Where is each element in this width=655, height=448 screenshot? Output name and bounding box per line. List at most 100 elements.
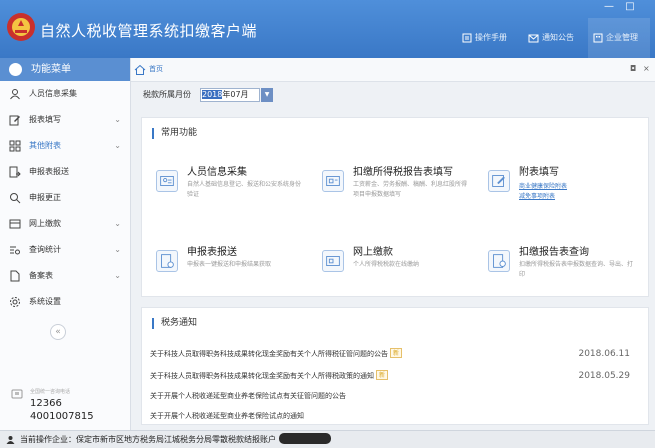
- person-icon: [10, 89, 20, 100]
- notice-text: 关于科技人员取得职务科技成果转化现金奖励有关个人所得税征管问题的公告: [150, 350, 388, 358]
- sidebar-item-label: 报表填写: [29, 115, 61, 124]
- period-year: 2018: [202, 90, 223, 99]
- tax-notice-title: 税务通知: [152, 318, 197, 329]
- pay-card-icon: [322, 250, 344, 272]
- notice-item[interactable]: 关于科技人员取得职务科技成果转化现金奖励有关个人所得税征管问题的公告新 2018…: [150, 345, 630, 363]
- function-card-desc: 工资薪金、劳务报酬、稿酬、利息红股所得项目申报数据填写: [353, 181, 468, 198]
- manual-link[interactable]: 操作手册: [462, 30, 507, 46]
- sidebar-item-report-submit[interactable]: 申报表报送: [0, 159, 130, 185]
- tax-emblem-icon: [7, 13, 35, 41]
- sidebar-item-label: 备案表: [29, 271, 53, 280]
- chevron-down-icon: ⌄: [114, 271, 121, 280]
- notice-text: 关于开展个人税收递延型商业养老保险试点有关征管问题的公告: [150, 392, 346, 400]
- tax-notice-panel: 税务通知 关于科技人员取得职务科技成果转化现金奖励有关个人所得税征管问题的公告新…: [141, 307, 649, 425]
- tab-restore-button[interactable]: ◘: [630, 64, 636, 73]
- function-card-title: 扣缴所得税报告表填写: [353, 167, 453, 178]
- sidebar-item-query-stats[interactable]: 查询统计 ⌄: [0, 237, 130, 263]
- function-card-desc: 申报表一键报送和申报结果获取: [187, 261, 272, 268]
- period-month: 年07月: [222, 90, 249, 99]
- gear-icon: [10, 297, 20, 307]
- chevron-down-icon: ⌄: [114, 219, 121, 228]
- period-input[interactable]: 2018年07月: [200, 88, 260, 102]
- title-bar: 自然人税收管理系统扣缴客户端 — □ 操作手册 通知公告 企业管理: [0, 0, 655, 58]
- sidebar-item-filing[interactable]: 备案表 ⌄: [0, 263, 130, 289]
- function-card-report-submit[interactable]: 申报表报送 申报表一键报送和申报结果获取: [148, 236, 306, 294]
- submit-icon: [9, 166, 21, 178]
- app-window: 自然人税收管理系统扣缴客户端 — □ 操作手册 通知公告 企业管理 功能菜单 人…: [0, 0, 655, 448]
- sidebar-item-online-payment[interactable]: 网上缴款 ⌄: [0, 211, 130, 237]
- enterprise-link[interactable]: 企业管理: [593, 30, 638, 46]
- function-card-schedule-fill[interactable]: 附表填写 商业健康保险附表 减免事项附表: [480, 156, 638, 214]
- minimize-button[interactable]: —: [601, 1, 617, 13]
- menu-header-label: 功能菜单: [31, 64, 71, 75]
- tab-close-button[interactable]: ×: [643, 64, 650, 73]
- building-icon: [593, 33, 603, 43]
- app-title: 自然人税收管理系统扣缴客户端: [40, 22, 258, 40]
- person-card-icon: [156, 170, 178, 192]
- query-card-icon: [488, 250, 510, 272]
- enterprise-label: 企业管理: [606, 33, 638, 42]
- edit-card-icon: [488, 170, 510, 192]
- grid-icon: [9, 140, 21, 152]
- sidebar-item-label: 其他附表: [29, 141, 61, 150]
- notice-date: 2018.05.29: [578, 371, 630, 381]
- chevron-down-icon: ⌄: [114, 245, 121, 254]
- card-icon: [9, 219, 21, 229]
- notice-label: 通知公告: [542, 33, 574, 42]
- edit-icon: [9, 115, 20, 126]
- book-icon: [462, 33, 472, 43]
- notice-item[interactable]: 关于科技人员取得职务科技成果转化现金奖励有关个人所得税政策的通知新 2018.0…: [150, 367, 630, 385]
- menu-toggle-icon: [9, 63, 22, 76]
- send-card-icon: [156, 250, 178, 272]
- sidebar-item-report-correct[interactable]: 申报更正: [0, 185, 130, 211]
- tab-home[interactable]: 首页: [149, 64, 163, 74]
- sidebar-collapse-button[interactable]: «: [50, 324, 66, 340]
- common-functions-panel: 常用功能 人员信息采集 自然人基础信息登记、报送和公安系统身份验证 扣缴所得税报…: [141, 117, 649, 297]
- new-badge: 新: [376, 370, 389, 380]
- function-card-desc: 扣缴所得税报告表申报数据查询、导出、打印: [519, 261, 634, 278]
- sidebar-item-label: 系统设置: [29, 297, 61, 306]
- sidebar-item-person-info[interactable]: 人员信息采集: [0, 81, 130, 107]
- maximize-button[interactable]: □: [622, 1, 638, 13]
- notice-date: 2018.06.11: [578, 349, 630, 359]
- sidebar-item-label: 人员信息采集: [29, 89, 77, 98]
- hotline-number: 12366: [30, 398, 62, 409]
- new-badge: 新: [390, 348, 403, 358]
- sidebar-item-report-fill[interactable]: 报表填写 ⌄: [0, 107, 130, 133]
- status-bar: 当前操作企业：保定市新市区地方税务局江城税务分局零散税款结报账户: [0, 430, 655, 448]
- function-card-title: 申报表报送: [187, 247, 237, 258]
- function-card-title: 人员信息采集: [187, 167, 247, 178]
- function-card-report-query[interactable]: 扣缴报告表查询 扣缴所得税报告表申报数据查询、导出、打印: [480, 236, 638, 294]
- redacted-account: [279, 433, 331, 444]
- sidebar-item-label: 申报更正: [29, 193, 61, 202]
- function-card-title: 扣缴报告表查询: [519, 247, 589, 258]
- period-dropdown-button[interactable]: ▼: [261, 88, 273, 102]
- notice-link[interactable]: 通知公告: [528, 30, 574, 46]
- hotline-label: 全国统一咨询电话: [30, 389, 71, 395]
- phone-icon: [11, 389, 23, 399]
- schedule-link-health-insurance[interactable]: 商业健康保险附表: [519, 181, 567, 190]
- function-card-person-info[interactable]: 人员信息采集 自然人基础信息登记、报送和公安系统身份验证: [148, 156, 306, 214]
- function-card-desc: 个人所得税税款在线缴纳: [353, 261, 420, 268]
- notice-text: 关于科技人员取得职务科技成果转化现金奖励有关个人所得税政策的通知: [150, 372, 374, 380]
- function-card-title: 附表填写: [519, 167, 559, 178]
- home-icon: [134, 64, 146, 75]
- chevron-down-icon: ⌄: [114, 141, 121, 150]
- manual-label: 操作手册: [475, 33, 507, 42]
- hotline-box: 全国统一咨询电话 12366 4001007815: [0, 381, 131, 430]
- function-card-desc: 自然人基础信息登记、报送和公安系统身份验证: [187, 181, 302, 198]
- sidebar-item-settings[interactable]: 系统设置: [0, 289, 130, 315]
- function-card-online-payment[interactable]: 网上缴款 个人所得税税款在线缴纳: [314, 236, 472, 294]
- menu-header[interactable]: 功能菜单: [0, 58, 130, 81]
- current-enterprise-text: 当前操作企业：保定市新市区地方税务局江城税务分局零散税款结报账户: [20, 435, 276, 444]
- sidebar-item-label: 申报表报送: [29, 167, 69, 176]
- notice-item[interactable]: 关于开展个人税收递延型商业养老保险试点有关征管问题的公告: [150, 387, 630, 405]
- notice-text: 关于开展个人税收递延型商业养老保险试点的通知: [150, 412, 304, 420]
- function-card-withholding-report[interactable]: 扣缴所得税报告表填写 工资薪金、劳务报酬、稿酬、利息红股所得项目申报数据填写: [314, 156, 472, 214]
- sidebar: 功能菜单 人员信息采集 报表填写 ⌄ 其他附表 ⌄ 申报表报送 申报更正 网上缴…: [0, 58, 131, 430]
- function-card-title: 网上缴款: [353, 247, 393, 258]
- sidebar-item-other-schedules[interactable]: 其他附表 ⌄: [0, 133, 130, 159]
- schedule-link-tax-reduction[interactable]: 减免事项附表: [519, 191, 555, 200]
- notice-item[interactable]: 关于开展个人税收递延型商业养老保险试点的通知: [150, 407, 630, 425]
- sidebar-item-label: 网上缴款: [29, 219, 61, 228]
